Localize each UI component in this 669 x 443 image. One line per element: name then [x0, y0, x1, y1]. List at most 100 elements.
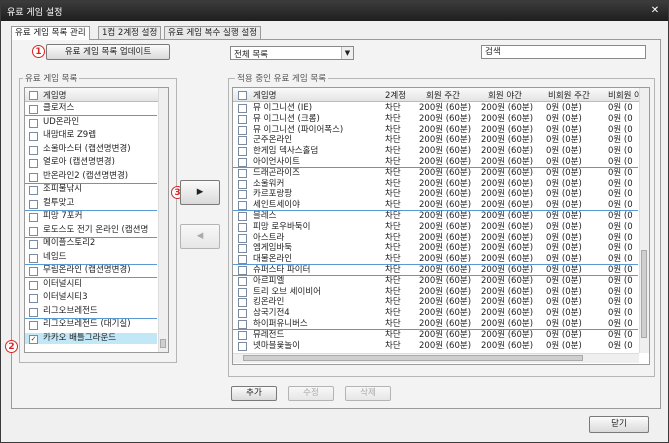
item-checkbox[interactable] — [29, 199, 38, 209]
row-checkbox[interactable] — [238, 341, 247, 351]
item-checkbox[interactable] — [29, 267, 38, 276]
row-checkbox[interactable] — [238, 136, 247, 146]
row-checkbox[interactable] — [238, 125, 247, 135]
table-row[interactable]: 카르포랑팡 차단 200원 (60분) 200원 (60분) 0원 (0분) 0원 (0 — [233, 189, 638, 200]
row-checkbox[interactable] — [238, 320, 247, 329]
row-checkbox[interactable] — [238, 104, 247, 113]
list-item[interactable]: 내맘대로 Z9렙 — [25, 130, 157, 141]
delete-button[interactable]: 삭제 — [345, 386, 391, 401]
tab-paid-game-list[interactable]: 유료 게임 목록 관리 — [11, 26, 90, 40]
edit-button[interactable]: 수정 — [288, 386, 334, 401]
list-item[interactable]: UD온라인 — [25, 117, 157, 128]
select-all-active-checkbox[interactable] — [238, 91, 247, 100]
left-scroll-thumb[interactable] — [160, 339, 166, 348]
table-row[interactable]: 아스트라 차단 200원 (60분) 200원 (60분) 0원 (0분) 0원 (0 — [233, 233, 638, 243]
filter-select[interactable]: 전체 목록 ▼ — [230, 46, 354, 60]
item-checkbox[interactable] — [29, 159, 38, 168]
table-row[interactable]: 슈퍼스타 파이터 차단 200원 (60분) 200원 (60분) 0원 (0분) 0원 … — [233, 265, 638, 275]
list-item[interactable]: 조피물낚시 — [25, 184, 157, 195]
list-item[interactable]: 클로저스 — [25, 103, 157, 114]
row-checkbox[interactable] — [238, 179, 247, 189]
tab-multi-run[interactable]: 유료 게임 복수 실행 설정 — [164, 26, 262, 39]
row-checkbox[interactable] — [238, 168, 247, 178]
table-row[interactable]: 하이퍼유니버스 차단 200원 (60분) 200원 (60분) 0원 (0분) 0원 (… — [233, 319, 638, 329]
table-row[interactable]: 소울워커 차단 200원 (60분) 200원 (60분) 0원 (0분) 0원 (0 — [233, 179, 638, 189]
list-item[interactable]: 이터널시티3 — [25, 292, 157, 303]
table-row[interactable]: 아이언사이트 차단 200원 (60분) 200원 (60분) 0원 (0분) 0원 (0 — [233, 157, 638, 167]
add-button[interactable]: 추가 — [231, 386, 277, 401]
item-checkbox[interactable] — [29, 213, 38, 222]
list-item[interactable]: 피망 7포커 — [25, 211, 157, 222]
list-item[interactable]: 이터널시티 — [25, 279, 157, 290]
list-item[interactable]: 네임드 — [25, 252, 157, 263]
list-item[interactable]: 무림온라인 (캡션명변경) — [25, 265, 157, 276]
table-row[interactable]: 피망 로우바둑이 차단 200원 (60분) 200원 (60분) 0원 (0분) 0원 … — [233, 222, 638, 232]
table-row[interactable]: 한게임 덱사스홀덤 차단 200원 (60분) 200원 (60분) 0원 (0분) 0원… — [233, 146, 638, 157]
table-row[interactable]: 군주온라인 차단 200원 (60분) 200원 (60분) 0원 (0분) 0원 (0 — [233, 135, 638, 146]
row-checkbox[interactable] — [238, 201, 247, 211]
list-item[interactable]: 메이플스토리2 — [25, 238, 157, 249]
table-row[interactable]: 뮤레전드 차단 200원 (60분) 200원 (60분) 0원 (0분) 0원 (0 — [233, 330, 638, 340]
item-checkbox[interactable] — [29, 253, 38, 263]
close-button[interactable]: 닫기 — [589, 416, 649, 433]
list-item[interactable]: 리그오브레전드 — [25, 306, 157, 317]
item-checkbox[interactable] — [29, 294, 38, 303]
row-checkbox[interactable] — [238, 330, 247, 340]
table-row[interactable]: 뮤 이그니션 (IE) 차단 200원 (60분) 200원 (60분) 0원 (0분)… — [233, 103, 638, 113]
item-checkbox[interactable] — [29, 280, 38, 290]
row-checkbox[interactable] — [238, 298, 247, 308]
right-scroll-thumb[interactable] — [641, 250, 647, 338]
item-checkbox[interactable] — [29, 226, 38, 236]
table-row[interactable]: 블레스 차단 200원 (60분) 200원 (60분) 0원 (0분) 0원 (0 — [233, 211, 638, 221]
move-right-button[interactable]: ▶ — [180, 180, 220, 205]
table-row[interactable]: 대물온라인 차단 200원 (60분) 200원 (60분) 0원 (0분) 0원 (0 — [233, 254, 638, 265]
row-checkbox[interactable] — [238, 255, 247, 265]
list-item[interactable]: 소울마스터 (캡션명변경) — [25, 144, 157, 155]
paid-game-list[interactable]: 게임명 클로저스 UD온라인 내맘대로 Z9렙 소울마스터 (캡션명변경) 열로아 (캡… — [24, 87, 169, 353]
search-input[interactable]: 검색 — [481, 45, 646, 59]
tab-two-account[interactable]: 1컴 2계정 설정 — [98, 26, 162, 39]
active-game-table[interactable]: 게임명 2계정 회원 주간 회원 야간 비회원 주간 비회원 야 뮤 이그니션 … — [232, 87, 650, 365]
item-checkbox[interactable] — [29, 118, 38, 128]
list-item[interactable]: 로도스도 전기 온라인 (캡션명 — [25, 225, 157, 236]
table-row[interactable]: 킹온라인 차단 200원 (60분) 200원 (60분) 0원 (0분) 0원 (0 — [233, 297, 638, 308]
item-checkbox[interactable] — [29, 321, 38, 330]
table-row[interactable]: 넷마블윷놀이 차단 200원 (60분) 200원 (60분) 0원 (0분) 0원 (0 — [233, 341, 638, 351]
row-checkbox[interactable] — [238, 114, 247, 124]
right-hscroll-thumb[interactable] — [243, 355, 583, 361]
table-row[interactable]: 아르피엘 차단 200원 (60분) 200원 (60분) 0원 (0분) 0원 (0 — [233, 276, 638, 286]
item-checkbox[interactable] — [29, 186, 38, 195]
item-checkbox[interactable] — [29, 105, 38, 114]
item-checkbox[interactable] — [29, 132, 38, 141]
row-checkbox[interactable] — [238, 147, 247, 157]
row-checkbox[interactable] — [238, 276, 247, 286]
item-checkbox[interactable] — [29, 172, 38, 182]
row-checkbox[interactable] — [238, 212, 247, 221]
item-checkbox[interactable] — [29, 240, 38, 249]
list-item[interactable]: ✓ 카카오 배틀그라운드 — [25, 332, 157, 344]
move-left-button[interactable]: ◀ — [180, 224, 220, 249]
left-scrollbar[interactable] — [158, 88, 168, 352]
row-checkbox[interactable] — [238, 190, 247, 200]
row-checkbox[interactable] — [238, 309, 247, 319]
table-row[interactable]: 뮤 이그니션 (파이어폭스) 차단 200원 (60분) 200원 (60분) 0원 (… — [233, 125, 638, 135]
chevron-down-icon[interactable]: ▼ — [341, 47, 353, 59]
table-row[interactable]: 엠게임바둑 차단 200원 (60분) 200원 (60분) 0원 (0분) 0원 (0 — [233, 243, 638, 254]
table-row[interactable]: 삼국기전4 차단 200원 (60분) 200원 (60분) 0원 (0분) 0원 (0 — [233, 308, 638, 319]
select-all-checkbox[interactable] — [29, 91, 38, 100]
item-checkbox[interactable] — [29, 145, 38, 155]
row-checkbox[interactable] — [238, 287, 247, 297]
row-checkbox[interactable] — [238, 244, 247, 254]
right-scrollbar[interactable] — [639, 88, 649, 353]
row-checkbox[interactable] — [238, 158, 247, 167]
list-item[interactable]: 반온라인2 (캡션명변경) — [25, 171, 157, 182]
row-checkbox[interactable] — [238, 266, 247, 275]
close-icon[interactable]: ✕ — [648, 4, 662, 17]
list-item[interactable]: 컬투맞고 — [25, 198, 157, 209]
table-row[interactable]: 트리 오브 세이비어 차단 200원 (60분) 200원 (60분) 0원 (0분) 0… — [233, 287, 638, 297]
list-item[interactable]: 리그오브레전드 (대기실) — [25, 319, 157, 330]
table-row[interactable]: 드래곤라이즈 차단 200원 (60분) 200원 (60분) 0원 (0분) 0원 (0 — [233, 168, 638, 178]
update-list-button[interactable]: 유료 게임 목록 업데이트 — [46, 44, 170, 60]
item-checkbox[interactable]: ✓ — [29, 334, 38, 344]
table-row[interactable]: 뮤 이그니션 (크롬) 차단 200원 (60분) 200원 (60분) 0원 (0분)… — [233, 114, 638, 124]
